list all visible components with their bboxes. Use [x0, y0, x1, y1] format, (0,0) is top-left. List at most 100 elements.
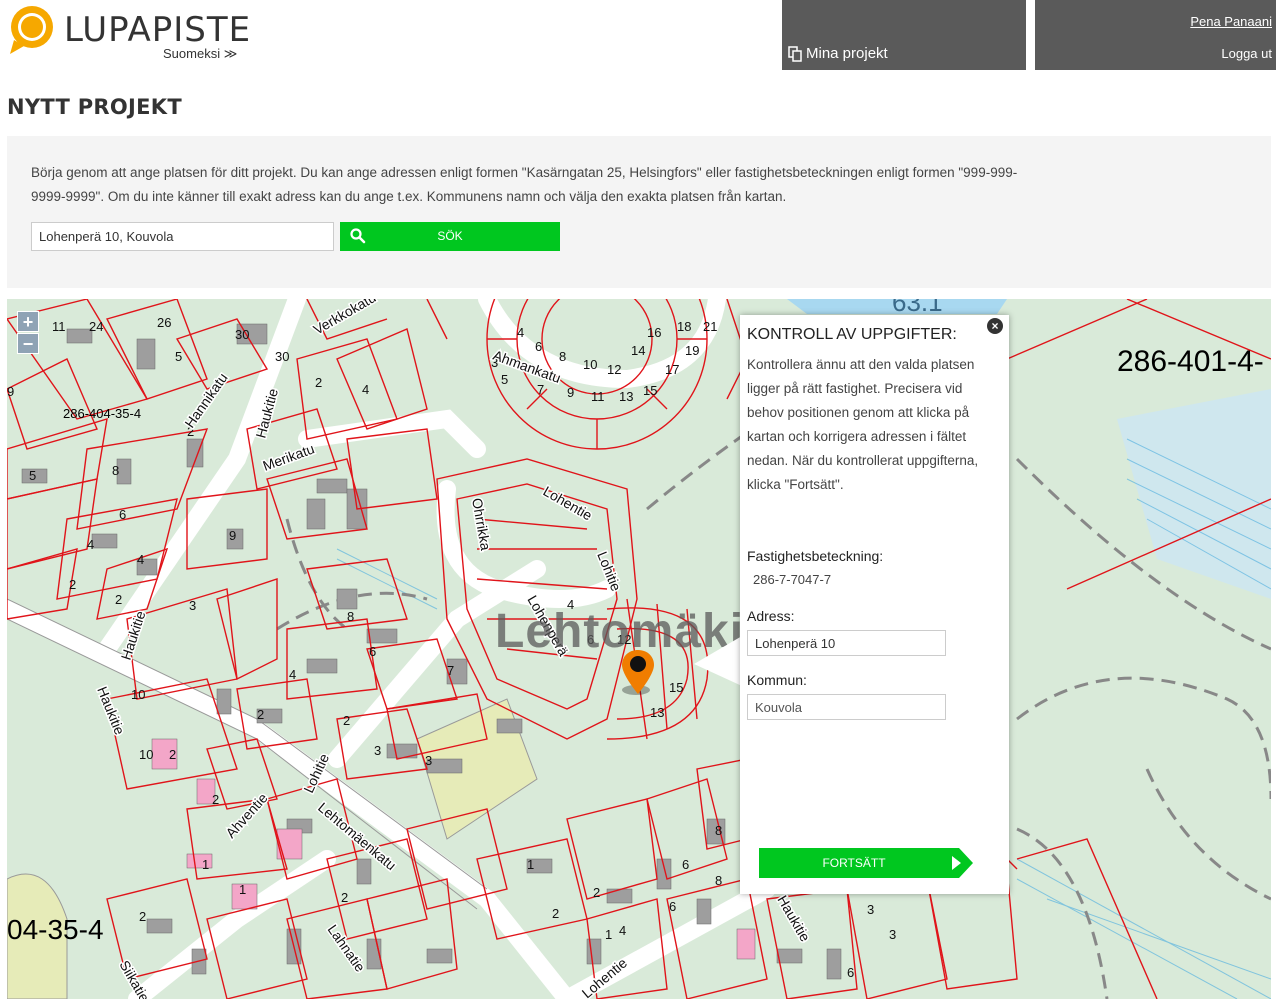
svg-text:Ohrrikka: Ohrrikka — [469, 497, 494, 552]
parcel-label-left: 04-35-4 — [7, 914, 104, 945]
svg-text:8: 8 — [112, 463, 119, 478]
svg-text:Lahnatie: Lahnatie — [325, 922, 369, 975]
svg-text:11: 11 — [52, 319, 66, 334]
popup-title: KONTROLL AV UPPGIFTER: — [747, 326, 957, 343]
user-name-link[interactable]: Pena Panaani — [1190, 14, 1272, 29]
svg-text:11: 11 — [591, 389, 605, 404]
svg-text:8: 8 — [715, 823, 722, 838]
svg-text:7: 7 — [537, 382, 544, 397]
svg-text:9: 9 — [229, 528, 236, 543]
svg-text:17: 17 — [665, 362, 679, 377]
page-title: NYTT PROJEKT — [7, 95, 182, 119]
my-projects-label: Mina projekt — [806, 45, 888, 62]
svg-text:3: 3 — [425, 753, 432, 768]
svg-text:21: 21 — [703, 319, 717, 334]
svg-text:10: 10 — [583, 357, 597, 372]
map[interactable]: 11 24 26 30 5 30 9 2 4 28564 94223 8647 2 2 3 3 10 … — [7, 299, 1271, 999]
user-box: Pena Panaani Logga ut — [1035, 0, 1276, 70]
zoom-out-button[interactable]: − — [17, 333, 39, 354]
svg-text:9: 9 — [7, 384, 14, 399]
svg-text:30: 30 — [275, 349, 289, 364]
popup-instructions: Kontrollera ännu att den valda platsen l… — [747, 357, 979, 492]
logout-link[interactable]: Logga ut — [1221, 46, 1272, 61]
svg-text:1: 1 — [605, 927, 612, 942]
svg-text:4: 4 — [517, 325, 524, 340]
continue-button[interactable]: FORTSÄTT — [759, 848, 974, 878]
svg-text:3: 3 — [189, 598, 196, 613]
continue-button-label: FORTSÄTT — [822, 856, 886, 870]
svg-text:6: 6 — [847, 965, 854, 980]
search-input[interactable] — [31, 222, 334, 251]
svg-text:10: 10 — [131, 687, 145, 702]
svg-text:1: 1 — [239, 882, 246, 897]
search-instructions: Börja genom att ange platsen för ditt pr… — [31, 165, 1018, 204]
svg-text:30: 30 — [235, 327, 249, 342]
svg-text:4: 4 — [619, 923, 626, 938]
svg-text:5: 5 — [501, 372, 508, 387]
svg-text:4: 4 — [362, 382, 369, 397]
svg-text:24: 24 — [89, 319, 103, 334]
language-switch[interactable]: Suomeksi ≫ — [163, 46, 237, 62]
svg-text:15: 15 — [669, 680, 683, 695]
svg-text:2: 2 — [343, 713, 350, 728]
search-button[interactable]: SÖK — [340, 222, 560, 251]
municipality-input[interactable] — [747, 694, 946, 720]
svg-text:5: 5 — [175, 349, 182, 364]
svg-text:2: 2 — [341, 890, 348, 905]
svg-text:6: 6 — [682, 857, 689, 872]
municipality-label: Kommun: — [747, 672, 807, 688]
svg-text:8: 8 — [559, 349, 566, 364]
svg-text:2: 2 — [552, 906, 559, 921]
address-input[interactable] — [747, 630, 946, 656]
svg-text:2: 2 — [169, 747, 176, 762]
svg-text:2: 2 — [115, 592, 122, 607]
svg-text:Haukitie: Haukitie — [94, 684, 128, 737]
svg-text:13: 13 — [650, 705, 664, 720]
my-projects-link[interactable]: Mina projekt — [788, 45, 888, 62]
search-button-label: SÖK — [437, 229, 463, 243]
brand-name: LUPAPISTE — [64, 10, 252, 50]
svg-text:9: 9 — [567, 385, 574, 400]
property-id-value: 286-7-7047-7 — [753, 572, 832, 587]
svg-text:12: 12 — [607, 362, 621, 377]
svg-text:4: 4 — [87, 537, 94, 552]
svg-text:6: 6 — [669, 899, 676, 914]
svg-text:4: 4 — [137, 552, 144, 567]
svg-text:13: 13 — [619, 389, 633, 404]
svg-text:2: 2 — [315, 375, 322, 390]
street-verkkokatu: Verkkokatu — [311, 299, 379, 338]
location-marker-icon[interactable] — [618, 648, 658, 698]
svg-text:8: 8 — [715, 873, 722, 888]
bubble-pointer — [694, 636, 742, 686]
svg-text:14: 14 — [631, 343, 645, 358]
svg-text:2: 2 — [593, 885, 600, 900]
svg-text:6: 6 — [369, 644, 376, 659]
svg-text:2: 2 — [139, 909, 146, 924]
svg-text:Ahventie: Ahventie — [222, 790, 270, 841]
address-label: Adress: — [747, 608, 795, 624]
logo[interactable]: LUPAPISTE Suomeksi ≫ — [8, 4, 258, 64]
my-projects-box: Mina projekt — [782, 0, 1026, 70]
search-panel: Börja genom att ange platsen för ditt pr… — [7, 136, 1271, 288]
svg-text:2: 2 — [69, 577, 76, 592]
documents-icon — [788, 45, 802, 62]
svg-text:Siikatie: Siikatie — [116, 958, 153, 1000]
svg-text:3: 3 — [889, 927, 896, 942]
svg-text:26: 26 — [157, 315, 171, 330]
arrow-right-icon — [949, 848, 973, 878]
svg-text:5: 5 — [29, 468, 36, 483]
verification-popup: × KONTROLL AV UPPGIFTER: Kontrollera änn… — [740, 315, 1009, 894]
svg-text:1: 1 — [202, 857, 209, 872]
svg-text:6: 6 — [119, 507, 126, 522]
lupapiste-logo-icon — [10, 6, 53, 54]
svg-text:19: 19 — [685, 343, 699, 358]
svg-text:7: 7 — [447, 663, 454, 678]
svg-text:4: 4 — [289, 667, 296, 682]
svg-text:3: 3 — [374, 743, 381, 758]
svg-text:6: 6 — [535, 339, 542, 354]
svg-text:1: 1 — [527, 857, 534, 872]
close-icon[interactable]: × — [987, 318, 1003, 334]
svg-text:10: 10 — [139, 747, 153, 762]
svg-text:2: 2 — [257, 707, 264, 722]
zoom-in-button[interactable]: + — [17, 311, 39, 332]
